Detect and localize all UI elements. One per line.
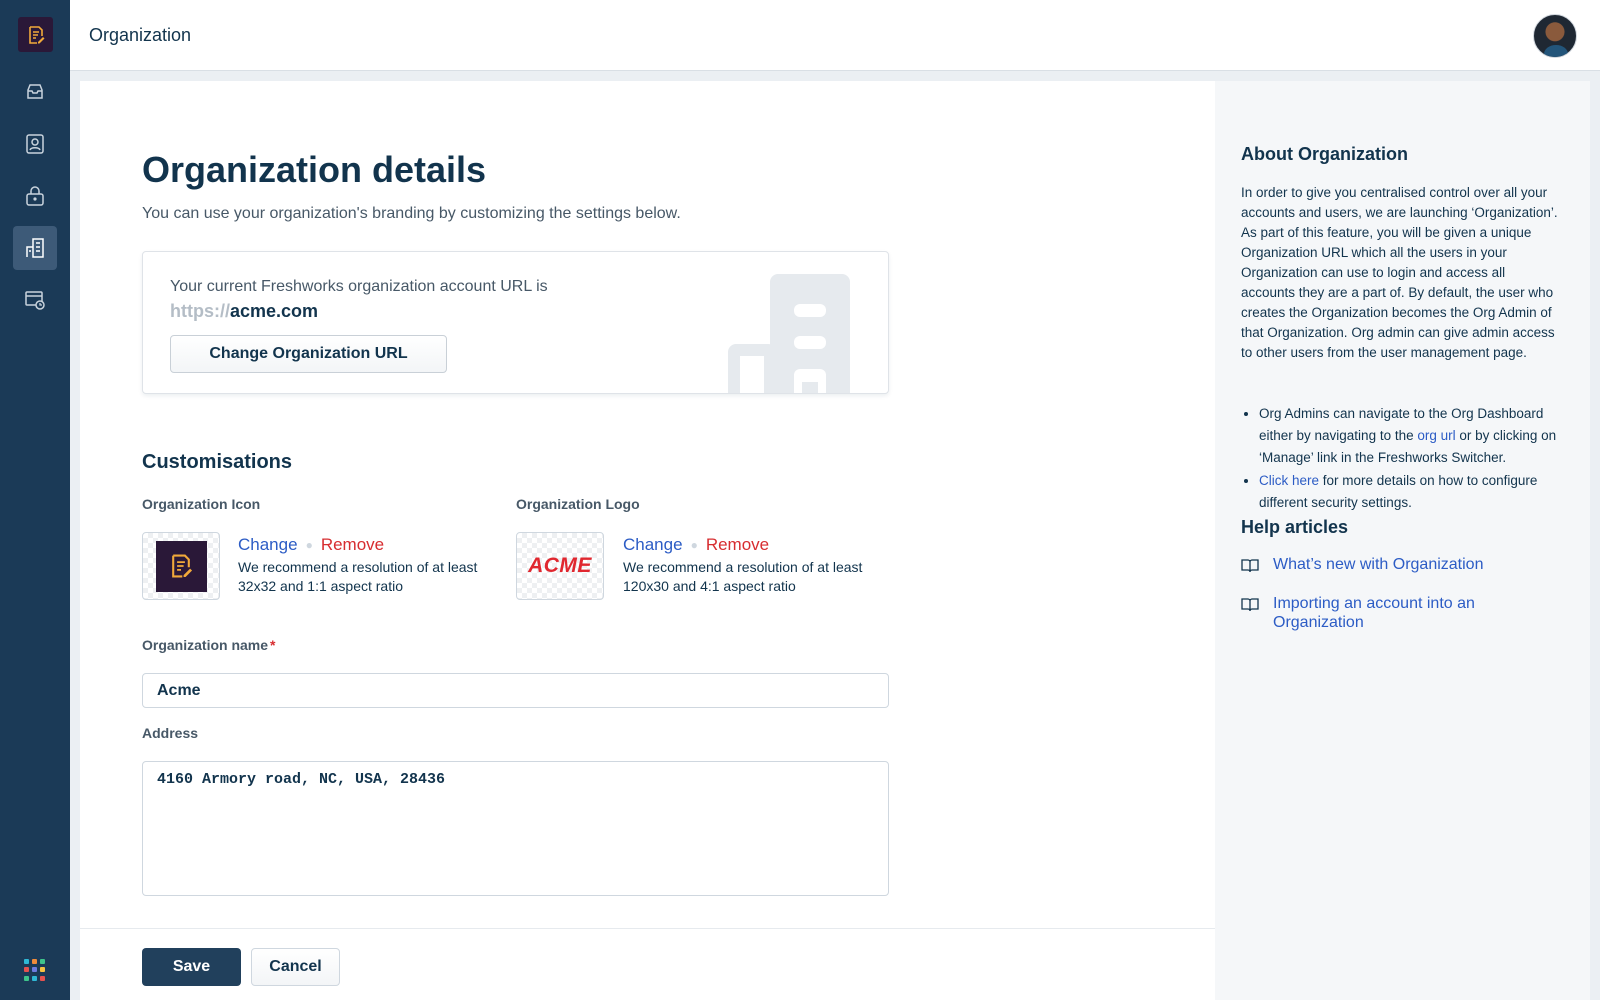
- customisations-title: Customisations: [142, 451, 293, 473]
- building-illustration-icon: [728, 274, 850, 393]
- book-icon: [1241, 598, 1259, 612]
- required-mark: *: [270, 637, 276, 653]
- change-icon-link[interactable]: Change: [238, 535, 298, 555]
- separator-dot: ●: [690, 538, 698, 552]
- address-label: Address: [142, 725, 199, 741]
- change-logo-link[interactable]: Change: [623, 535, 683, 555]
- org-name-label-text: Organization name: [142, 637, 269, 653]
- save-button[interactable]: Save: [142, 948, 241, 986]
- inbox-icon: [27, 84, 43, 99]
- change-org-url-button[interactable]: Change Organization URL: [170, 335, 447, 373]
- org-icon-image: [155, 540, 207, 592]
- help-article-item: What’s new with Organization: [1241, 555, 1513, 574]
- list-item: Org Admins can navigate to the Org Dashb…: [1259, 403, 1561, 469]
- user-icon: [26, 134, 44, 154]
- edit-document-icon: [172, 554, 193, 578]
- org-url-card: Your current Freshworks organization acc…: [142, 251, 889, 394]
- org-logo-image: ACME: [528, 554, 592, 577]
- address-textarea[interactable]: 4160 Armory road, NC, USA, 28436: [142, 761, 889, 896]
- footer-divider: [80, 928, 1215, 929]
- list-item: Click here for more details on how to co…: [1259, 470, 1561, 514]
- cancel-button[interactable]: Cancel: [251, 948, 340, 986]
- organization-icon: [26, 238, 44, 258]
- org-url-protocol: https://: [170, 301, 230, 321]
- org-icon-actions: Change ● Remove: [238, 535, 384, 555]
- org-icon-preview: [142, 532, 220, 600]
- top-header: Organization: [70, 0, 1600, 71]
- org-logo-hint: We recommend a resolution of at least 12…: [623, 559, 863, 594]
- org-url-link[interactable]: org url: [1417, 428, 1455, 443]
- help-article-link[interactable]: What’s new with Organization: [1273, 555, 1513, 574]
- help-article-item: Importing an account into an Organizatio…: [1241, 594, 1513, 632]
- avatar[interactable]: [1533, 14, 1577, 58]
- remove-logo-link[interactable]: Remove: [706, 535, 769, 555]
- click-here-link[interactable]: Click here: [1259, 473, 1319, 488]
- sidebar-item-security[interactable]: [13, 174, 57, 218]
- main-content: Organization details You can use your or…: [80, 81, 1215, 1000]
- help-article-link[interactable]: Importing an account into an Organizatio…: [1273, 594, 1513, 632]
- org-icon-hint: We recommend a resolution of at least 32…: [238, 559, 478, 594]
- schedule-icon: [25, 291, 45, 310]
- remove-icon-link[interactable]: Remove: [321, 535, 384, 555]
- org-name-label: Organization name *: [142, 637, 275, 653]
- sidebar: [0, 0, 70, 1000]
- about-bullets: Org Admins can navigate to the Org Dashb…: [1259, 403, 1561, 515]
- help-articles-title: Help articles: [1241, 517, 1349, 537]
- org-logo-label: Organization Logo: [516, 496, 640, 512]
- org-name-input[interactable]: [142, 673, 889, 708]
- org-url-value: https://acme.com: [170, 301, 318, 322]
- sidebar-item-organization[interactable]: [13, 226, 57, 270]
- org-url-label: Your current Freshworks organization acc…: [170, 278, 548, 295]
- header-title: Organization: [89, 25, 192, 45]
- apps-grid-icon[interactable]: [24, 959, 46, 981]
- brand-logo[interactable]: [18, 17, 53, 52]
- page-subtitle: You can use your organization's branding…: [142, 205, 681, 222]
- about-title: About Organization: [1241, 144, 1408, 164]
- org-logo-actions: Change ● Remove: [623, 535, 769, 555]
- book-icon: [1241, 559, 1259, 573]
- org-url-domain: acme.com: [230, 301, 319, 321]
- sidebar-item-inbox[interactable]: [13, 70, 57, 114]
- sidebar-item-schedule[interactable]: [13, 278, 57, 322]
- help-panel: About Organization In order to give you …: [1215, 81, 1590, 1000]
- separator-dot: ●: [305, 538, 313, 552]
- sidebar-item-users[interactable]: [13, 122, 57, 166]
- lock-icon: [26, 186, 44, 206]
- page-title: Organization details: [142, 149, 487, 190]
- about-body: In order to give you centralised control…: [1241, 185, 1558, 360]
- org-icon-label: Organization Icon: [142, 496, 261, 512]
- org-logo-preview: ACME: [516, 532, 604, 600]
- edit-document-icon: [28, 25, 44, 44]
